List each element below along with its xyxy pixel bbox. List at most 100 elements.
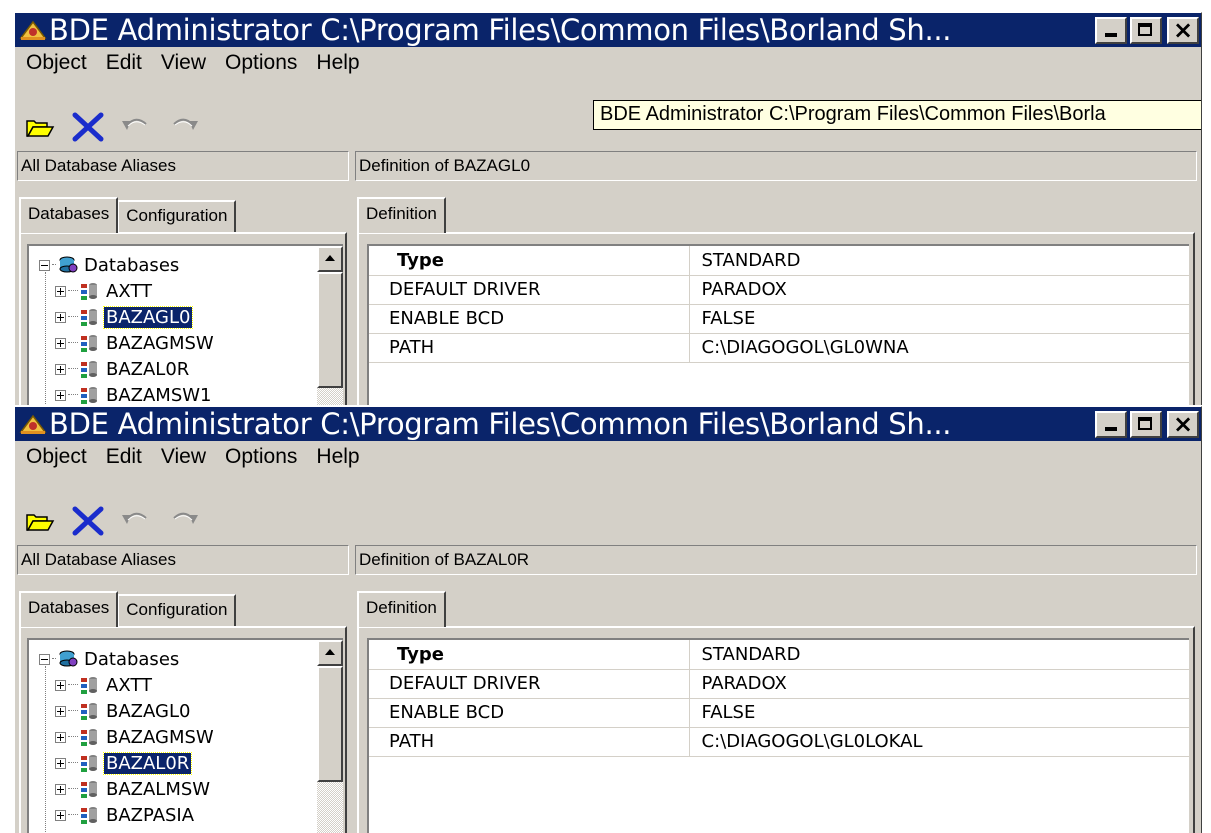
maximize-button[interactable] bbox=[1130, 411, 1162, 438]
undo-icon bbox=[122, 512, 147, 524]
tree-item-label-selected: BAZAL0R bbox=[102, 751, 193, 775]
expand-icon[interactable] bbox=[55, 679, 66, 691]
expand-icon[interactable] bbox=[55, 311, 66, 323]
redo-button[interactable] bbox=[167, 505, 201, 537]
expand-icon[interactable] bbox=[55, 731, 66, 743]
tree-item-bazagmsw[interactable]: BAZAGMSW bbox=[55, 330, 216, 356]
database-tree[interactable]: Databases AXTT BAZAGL0 BAZAGMSW BAZAL0R … bbox=[27, 638, 343, 833]
menu-edit[interactable]: Edit bbox=[95, 51, 150, 75]
expand-icon[interactable] bbox=[55, 389, 66, 401]
tree-item-axtt[interactable]: AXTT bbox=[55, 278, 154, 304]
tree-item-axtt[interactable]: AXTT bbox=[55, 672, 154, 698]
tree-item-bazal0r[interactable]: BAZAL0R bbox=[55, 750, 193, 776]
tree-item-label: BAZAGMSW bbox=[106, 726, 214, 748]
expand-icon[interactable] bbox=[55, 337, 66, 349]
delete-button[interactable] bbox=[71, 111, 105, 143]
tab-databases[interactable]: Databases bbox=[19, 591, 119, 627]
title-bar[interactable]: BDE Administrator C:\Program Files\Commo… bbox=[15, 407, 1201, 441]
redo-button[interactable] bbox=[167, 111, 201, 143]
table-row[interactable]: DEFAULT DRIVER PARADOX bbox=[369, 275, 1189, 305]
menu-bar: Object Edit View Options Help bbox=[15, 47, 1201, 79]
menu-options[interactable]: Options bbox=[214, 445, 305, 469]
minimize-button[interactable] bbox=[1095, 411, 1127, 438]
tree-root[interactable]: Databases bbox=[39, 646, 181, 672]
delete-button[interactable] bbox=[71, 505, 105, 537]
table-row[interactable]: PATH C:\DIAGOGOL\GL0WNA bbox=[369, 333, 1189, 363]
expand-icon[interactable] bbox=[55, 783, 66, 795]
tree-root[interactable]: Databases bbox=[39, 252, 181, 278]
property-value[interactable]: C:\DIAGOGOL\GL0WNA bbox=[689, 333, 1189, 363]
tree-scrollbar[interactable] bbox=[317, 246, 343, 405]
expand-icon[interactable] bbox=[55, 705, 66, 717]
table-row[interactable]: ENABLE BCD FALSE bbox=[369, 304, 1189, 334]
table-row[interactable]: ENABLE BCD FALSE bbox=[369, 698, 1189, 728]
menu-object[interactable]: Object bbox=[15, 445, 95, 469]
collapse-icon[interactable] bbox=[39, 259, 50, 271]
property-value[interactable]: FALSE bbox=[689, 304, 1189, 334]
scroll-up-button[interactable] bbox=[317, 640, 343, 666]
table-row[interactable]: Type STANDARD bbox=[369, 640, 1189, 670]
bde-app-icon[interactable] bbox=[19, 412, 47, 436]
expand-icon[interactable] bbox=[55, 757, 66, 769]
scroll-thumb[interactable] bbox=[317, 666, 343, 782]
title-bar[interactable]: BDE Administrator C:\Program Files\Commo… bbox=[15, 13, 1201, 47]
definition-grid[interactable]: Type STANDARD DEFAULT DRIVER PARADOX ENA… bbox=[367, 638, 1189, 833]
expand-icon[interactable] bbox=[55, 285, 66, 297]
tree-item-label: BAZAMSW1 bbox=[106, 384, 212, 406]
tree-item-bazagl0[interactable]: BAZAGL0 bbox=[55, 304, 194, 330]
tree-item-bazpasia[interactable]: BAZPASIA bbox=[55, 802, 196, 828]
open-button[interactable] bbox=[23, 111, 57, 143]
property-value[interactable]: STANDARD bbox=[689, 640, 1189, 670]
tree-item-bazagmsw[interactable]: BAZAGMSW bbox=[55, 724, 216, 750]
window-title: BDE Administrator C:\Program Files\Commo… bbox=[49, 13, 952, 47]
property-value[interactable]: PARADOX bbox=[689, 669, 1189, 699]
database-tree[interactable]: Databases AXTT BAZAGL0 BAZAGMSW BAZAL0R … bbox=[27, 244, 343, 405]
tree-item-bazalmsw[interactable]: BAZALMSW bbox=[55, 776, 212, 802]
menu-edit[interactable]: Edit bbox=[95, 445, 150, 469]
table-row[interactable]: Type STANDARD bbox=[369, 246, 1189, 276]
toolbar bbox=[23, 109, 201, 145]
close-button[interactable]: × bbox=[1167, 16, 1199, 44]
tree-item-bazagl0[interactable]: BAZAGL0 bbox=[55, 698, 192, 724]
maximize-icon bbox=[1138, 417, 1152, 430]
menu-view[interactable]: View bbox=[150, 445, 214, 469]
tab-definition[interactable]: Definition bbox=[357, 197, 446, 233]
alias-icon bbox=[80, 385, 98, 405]
undo-button[interactable] bbox=[119, 505, 153, 537]
tree-scrollbar[interactable] bbox=[317, 640, 343, 833]
tab-databases[interactable]: Databases bbox=[19, 197, 119, 233]
scroll-up-button[interactable] bbox=[317, 246, 343, 272]
property-value[interactable]: PARADOX bbox=[689, 275, 1189, 305]
minimize-button[interactable] bbox=[1095, 17, 1127, 44]
menu-options[interactable]: Options bbox=[214, 51, 305, 75]
close-button[interactable]: × bbox=[1167, 410, 1199, 438]
menu-help[interactable]: Help bbox=[305, 445, 367, 469]
property-value[interactable]: STANDARD bbox=[689, 246, 1189, 276]
collapse-icon[interactable] bbox=[39, 653, 50, 665]
tab-configuration[interactable]: Configuration bbox=[117, 594, 237, 627]
property-value[interactable]: C:\DIAGOGOL\GL0LOKAL bbox=[689, 727, 1189, 757]
maximize-button[interactable] bbox=[1130, 17, 1162, 44]
menu-object[interactable]: Object bbox=[15, 51, 95, 75]
menu-help[interactable]: Help bbox=[305, 51, 367, 75]
undo-button[interactable] bbox=[119, 111, 153, 143]
tab-configuration[interactable]: Configuration bbox=[117, 200, 237, 233]
definition-grid[interactable]: Type STANDARD DEFAULT DRIVER PARADOX ENA… bbox=[367, 244, 1189, 405]
table-row[interactable]: DEFAULT DRIVER PARADOX bbox=[369, 669, 1189, 699]
tree-item-bazal0r[interactable]: BAZAL0R bbox=[55, 356, 191, 382]
property-value[interactable]: FALSE bbox=[689, 698, 1189, 728]
definition-header: Definition of BAZAL0R bbox=[355, 545, 1197, 575]
open-folder-icon bbox=[26, 120, 55, 137]
expand-icon[interactable] bbox=[55, 809, 66, 821]
menu-view[interactable]: View bbox=[150, 51, 214, 75]
table-row[interactable]: PATH C:\DIAGOGOL\GL0LOKAL bbox=[369, 727, 1189, 757]
alias-icon bbox=[80, 307, 98, 327]
bde-app-icon[interactable] bbox=[19, 18, 47, 42]
scroll-thumb[interactable] bbox=[317, 272, 343, 388]
undo-icon bbox=[122, 118, 147, 130]
alias-icon bbox=[80, 333, 98, 353]
tree-item-bazamsw1[interactable]: BAZAMSW1 bbox=[55, 382, 214, 405]
tab-definition[interactable]: Definition bbox=[357, 591, 446, 627]
expand-icon[interactable] bbox=[55, 363, 66, 375]
open-button[interactable] bbox=[23, 505, 57, 537]
